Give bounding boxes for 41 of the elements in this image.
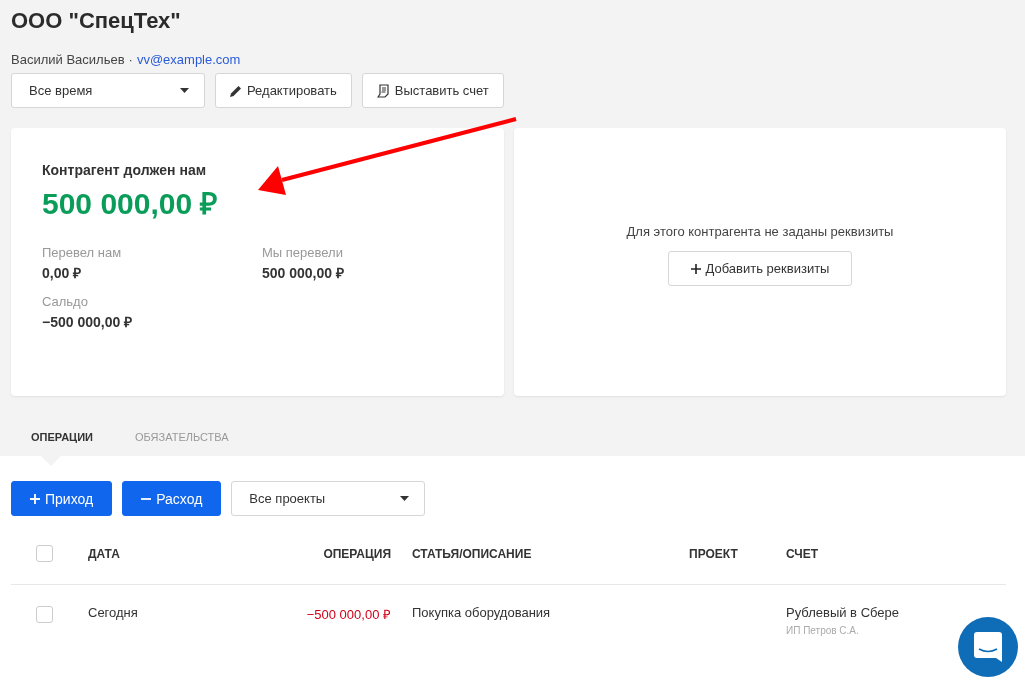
- tab[interactable]: ОПЕРАЦИИ: [31, 422, 93, 448]
- description-cell-text: Покупка оборудования: [411, 605, 552, 620]
- period-select[interactable]: Все время: [11, 73, 205, 108]
- date-cell-text: Сегодня: [88, 605, 139, 620]
- row-checkbox[interactable]: [36, 606, 53, 623]
- column-header: ПРОЕКТ: [689, 546, 739, 561]
- balance-amount: 500 000,00 ₽: [42, 186, 219, 222]
- contact-name: Василий Васильев: [11, 52, 125, 67]
- edit-button[interactable]: Редактировать: [215, 73, 352, 108]
- company-title: ООО "СпецТех": [11, 7, 182, 35]
- column-header: СЧЕТ: [786, 546, 820, 561]
- separator-dot: ·: [128, 52, 133, 67]
- caret-icon: [180, 88, 189, 93]
- pencil-icon: [230, 84, 242, 97]
- column-header: ДАТА: [88, 546, 121, 561]
- add-requisites-button[interactable]: Добавить реквизиты: [668, 251, 852, 286]
- stat-value: 500 000,00 ₽: [262, 264, 345, 282]
- plus-icon: [690, 263, 701, 274]
- caret-icon: [400, 496, 410, 501]
- stat-value: −500 000,00 ₽: [42, 313, 134, 331]
- minus-icon: [141, 497, 152, 500]
- expense-button[interactable]: Расход: [122, 481, 222, 516]
- invoice-button[interactable]: Выставить счет: [361, 73, 504, 108]
- account-owner: ИП Петров С.А.: [786, 625, 860, 636]
- column-header: СТАТЬЯ/ОПИСАНИЕ: [411, 546, 533, 561]
- email-link[interactable]: vv@example.com: [136, 52, 241, 67]
- account-name: Рублевый в Сбере: [786, 605, 900, 620]
- document-icon: [376, 83, 390, 98]
- stat-label: Перевел нам: [42, 245, 123, 260]
- income-button[interactable]: Приход: [11, 481, 113, 516]
- plus-icon: [30, 493, 40, 504]
- amount-cell-text: −500 000,00 ₽: [305, 606, 391, 623]
- stat-label: Мы перевели: [262, 245, 344, 260]
- stat-value: 0,00 ₽: [42, 264, 83, 282]
- balance-heading: Контрагент должен нам: [42, 162, 208, 178]
- project-select[interactable]: Все проекты: [231, 481, 426, 516]
- chat-icon: [974, 632, 1002, 662]
- stat-label: Сальдо: [42, 294, 89, 309]
- empty-message: Для этого контрагента не заданы реквизиты: [626, 224, 894, 239]
- column-header: ОПЕРАЦИЯ: [322, 546, 391, 561]
- select-all-checkbox[interactable]: [36, 545, 53, 562]
